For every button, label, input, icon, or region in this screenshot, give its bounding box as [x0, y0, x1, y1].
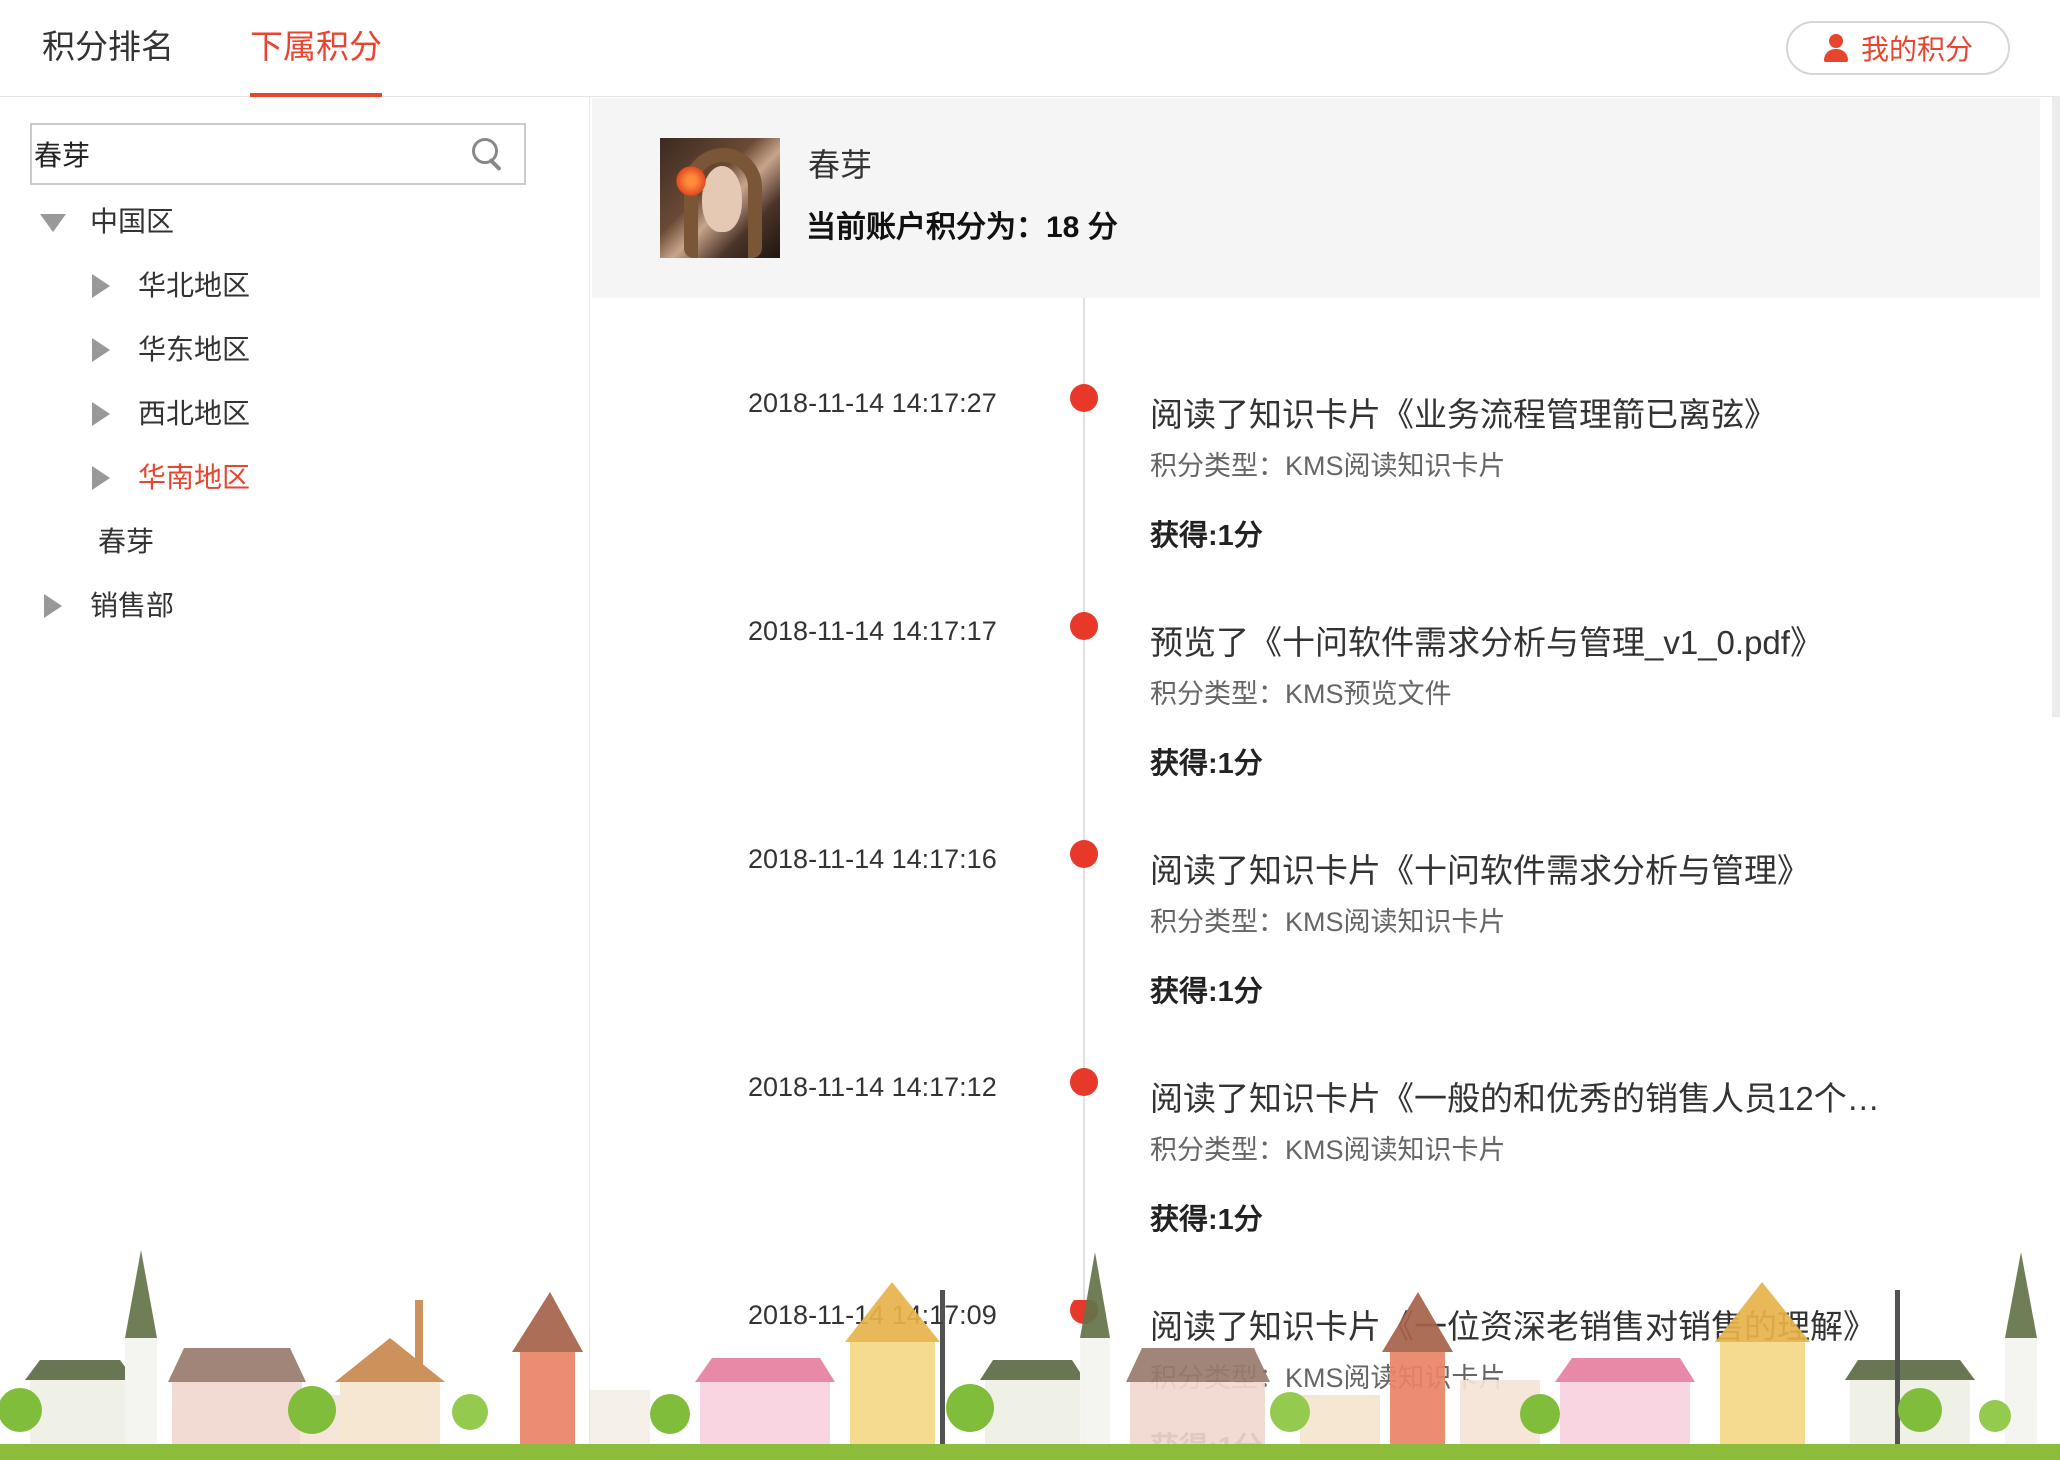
- entry-time: 2018-11-14 14:17:17: [748, 616, 997, 646]
- timeline-dot: [1070, 384, 1098, 412]
- entry-time: 2018-11-14 14:17:16: [748, 844, 997, 874]
- caret-right-icon[interactable]: [92, 466, 110, 490]
- entry-type: 积分类型：KMS阅读知识卡片: [1150, 907, 1506, 937]
- entry-title[interactable]: 阅读了知识卡片《一位资深老销售对销售的理解》: [1150, 1300, 1930, 1348]
- profile-points: 当前账户积分为：18 分: [806, 211, 1118, 244]
- search-icon[interactable]: [472, 138, 506, 172]
- timeline-entry: 2018-11-14 14:17:12 阅读了知识卡片《一般的和优秀的销售人员1…: [592, 1068, 2040, 1300]
- timeline-dot: [1070, 840, 1098, 868]
- entry-time: 2018-11-14 14:17:27: [748, 388, 997, 418]
- timeline-dot: [1070, 1300, 1098, 1324]
- entry-type: 积分类型：KMS阅读知识卡片: [1150, 1135, 1506, 1165]
- caret-right-icon[interactable]: [92, 338, 110, 362]
- entry-type: 积分类型：KMS阅读知识卡片: [1150, 451, 1506, 481]
- profile-summary: 春芽 当前账户积分为：18 分: [592, 98, 2040, 298]
- entry-gain: 获得:1分: [1150, 748, 1263, 780]
- my-points-button[interactable]: 我的积分: [1786, 21, 2010, 75]
- caret-right-icon[interactable]: [92, 274, 110, 298]
- timeline-dot: [1070, 1068, 1098, 1096]
- search-box: [30, 123, 526, 185]
- my-points-label: 我的积分: [1860, 34, 1973, 65]
- timeline-entry: 2018-11-14 14:17:09 阅读了知识卡片《一位资深老销售对销售的理…: [592, 1300, 2040, 1460]
- entry-title[interactable]: 阅读了知识卡片《一般的和优秀的销售人员12个…: [1150, 1072, 1930, 1120]
- tree-node-user-chunya[interactable]: 春芽: [98, 520, 154, 564]
- caret-down-icon[interactable]: [40, 214, 66, 232]
- entry-gain: 获得:1分: [1150, 976, 1263, 1008]
- top-header: 积分排名 下属积分 我的积分: [0, 0, 2060, 97]
- user-icon: [1823, 34, 1849, 62]
- entry-time: 2018-11-14 14:17:12: [748, 1072, 997, 1102]
- entry-title[interactable]: 阅读了知识卡片《业务流程管理箭已离弦》: [1150, 388, 1930, 436]
- tab-subordinate-points[interactable]: 下属积分: [250, 0, 382, 97]
- entry-gain: 获得:1分: [1150, 1432, 1263, 1460]
- entry-gain: 获得:1分: [1150, 520, 1263, 552]
- avatar: [660, 138, 780, 258]
- org-tree-panel: 中国区 华北地区 华东地区 西北地区 华南地区 春芽 销售部: [0, 97, 590, 1460]
- tree-node-china-region[interactable]: 中国区: [90, 200, 174, 244]
- tree-node-east-china[interactable]: 华东地区: [138, 328, 250, 372]
- timeline-dot: [1070, 612, 1098, 640]
- caret-right-icon[interactable]: [92, 402, 110, 426]
- entry-title[interactable]: 预览了《十问软件需求分析与管理_v1_0.pdf》: [1150, 616, 1930, 664]
- tree-node-northwest[interactable]: 西北地区: [138, 392, 250, 436]
- timeline-entry: 2018-11-14 14:17:27 阅读了知识卡片《业务流程管理箭已离弦》 …: [592, 384, 2040, 616]
- tab-points-ranking[interactable]: 积分排名: [42, 0, 174, 97]
- entry-type: 积分类型：KMS阅读知识卡片: [1150, 1363, 1506, 1393]
- tree-node-north-china[interactable]: 华北地区: [138, 264, 250, 308]
- scrollbar[interactable]: [2052, 97, 2060, 717]
- entry-time: 2018-11-14 14:17:09: [748, 1300, 997, 1330]
- tree-node-south-china[interactable]: 华南地区: [138, 456, 250, 500]
- caret-right-icon[interactable]: [44, 594, 62, 618]
- search-input[interactable]: [32, 125, 472, 183]
- profile-name: 春芽: [808, 147, 873, 183]
- entry-type: 积分类型：KMS预览文件: [1150, 679, 1452, 709]
- timeline-entry: 2018-11-14 14:17:16 阅读了知识卡片《十问软件需求分析与管理》…: [592, 840, 2040, 1072]
- entry-title[interactable]: 阅读了知识卡片《十问软件需求分析与管理》: [1150, 844, 1930, 892]
- timeline-entry: 2018-11-14 14:17:17 预览了《十问软件需求分析与管理_v1_0…: [592, 612, 2040, 844]
- entry-gain: 获得:1分: [1150, 1204, 1263, 1236]
- tree-node-sales-dept[interactable]: 销售部: [90, 584, 174, 628]
